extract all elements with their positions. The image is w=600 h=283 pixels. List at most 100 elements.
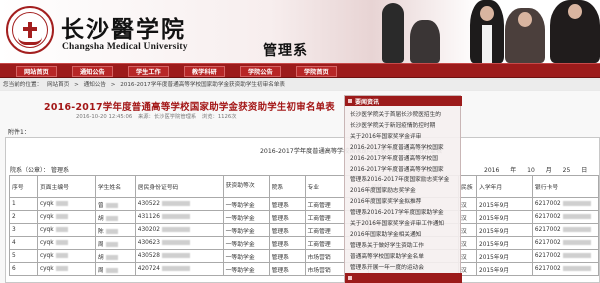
table-cell: 周 (94, 236, 136, 250)
table-cell: 6 (9, 262, 38, 276)
nav-teaching[interactable]: 教学科研 (184, 66, 225, 77)
news-item-link[interactable]: 管理系关于做好学生资助工作 (350, 240, 460, 249)
table-cell: 管理系 (268, 262, 306, 276)
article-date: 2016-10-20 12:45:06 (76, 114, 133, 120)
table-cell: 430528 (134, 249, 224, 263)
table-cell: 一等助学金 (222, 223, 270, 237)
logo-arc-icon (18, 37, 42, 45)
table-row: 1 cyqk 曾 430522 一等助学金 管理系 工商管理汉 2015年9月 6217002 (9, 197, 600, 211)
table-cell: 6217002 (531, 249, 600, 263)
attachment-label: 附件1： (8, 129, 30, 136)
nav-home[interactable]: 网站首页 (16, 66, 57, 77)
document-date: 2016 年 10 月 25 日 (484, 167, 588, 174)
table-cell: 管理系 (268, 197, 306, 211)
column-header: 银行卡号 (531, 175, 600, 198)
table-cell: 1 (9, 197, 38, 211)
breadcrumb: 您当前的位置： 网站首页 > 通知公告 > 2016-2017学年度普通高等学校… (0, 80, 600, 90)
section-name: 管理系 (263, 43, 308, 59)
news-item-link[interactable]: 2016-2017学年度普通高等学校国家 (350, 164, 460, 173)
redacted-block (55, 253, 68, 258)
table-row: 6 cyqk 周 420724 一等助学金 管理系 市场营销汉 2015年9月 6217002 (9, 262, 600, 276)
news-item-link[interactable]: 普通高等学校国家助学金名单 (350, 251, 460, 260)
college-logo[interactable] (6, 6, 54, 54)
table-cell: 汉 (458, 210, 478, 224)
table-cell: 一等助学金 (222, 210, 270, 224)
news-item-link[interactable]: 2016年度国家励志奖学金 (350, 185, 460, 194)
redacted-block (105, 267, 118, 273)
redacted-block (562, 266, 591, 271)
redacted-block (562, 227, 591, 232)
table-cell: 431126 (134, 210, 224, 224)
table-cell: 3 (9, 223, 38, 237)
table-row: 3 cyqk 陈 430202 一等助学金 管理系 工商管理汉 2015年9月 6217002 (9, 223, 600, 237)
table-cell: 5 (9, 249, 38, 263)
nav-student-work[interactable]: 学生工作 (128, 66, 169, 77)
news-item-link[interactable]: 管理系开展一年一度的运动会 (350, 262, 460, 271)
news-panel: 要闻资讯 长沙医学院关于首届长沙院医招生的 长沙医学院关于新冠疫情防控时期 关于20… (344, 95, 462, 283)
redacted-block (562, 201, 591, 206)
article-views: 浏览：1126次 (201, 114, 237, 120)
table-cell: 2015年9月 (476, 249, 533, 263)
table-cell: 6217002 (531, 236, 600, 250)
table-cell: 胡 (94, 210, 136, 224)
table-cell: 一等助学金 (222, 262, 270, 276)
table-cell: cyqk (36, 262, 96, 276)
table-cell: cyqk (36, 210, 96, 224)
news-item-link[interactable]: 2016-2017学年度普通高等学校国家 (350, 142, 460, 151)
news-item-link[interactable]: 关于2016年国家奖学金评审工作通知 (350, 218, 460, 227)
news-item-link[interactable]: 长沙医学院关于首届长沙院医招生的 (350, 109, 460, 118)
news-item-link[interactable]: 长沙医学院关于新冠疫情防控时期 (350, 120, 460, 129)
breadcrumb-notices[interactable]: 通知公告 (84, 82, 106, 88)
column-header: 学生姓名 (94, 175, 136, 198)
column-header: 页面主编号 (36, 175, 96, 198)
table-cell: 6217002 (531, 262, 600, 276)
table-cell: cyqk (36, 197, 96, 211)
redacted-block (55, 266, 68, 271)
table-cell: 2 (9, 210, 38, 224)
news-item-link[interactable]: 2016-2017学年度普通高等学校国 (350, 153, 460, 162)
news-panel-footer (345, 273, 462, 283)
redacted-block (55, 214, 68, 219)
news-item-link[interactable]: 2016年国家助学金相关通知 (350, 229, 460, 238)
redacted-block (562, 240, 591, 245)
table-cell: 胡 (94, 249, 136, 263)
nav-notices[interactable]: 通知公告 (72, 66, 113, 77)
article-meta: 2016-10-20 12:45:06 来源：长沙医学院管理系 浏览：1126次 (76, 112, 241, 120)
news-item-link[interactable]: 管理系2016-2017学年度国家助学金 (350, 207, 460, 216)
column-header: 序号 (9, 175, 38, 198)
table-cell: 430202 (134, 223, 224, 237)
table-cell: 430522 (134, 197, 224, 211)
news-panel-header: 要闻资讯 (345, 96, 462, 106)
table-cell: 一等助学金 (222, 197, 270, 211)
breadcrumb-home[interactable]: 网站首页 (47, 82, 69, 88)
table-row: 4 cyqk 周 430623 一等助学金 管理系 工商管理汉 2015年9月 6217002 (9, 236, 600, 250)
redacted-block (55, 201, 68, 206)
table-cell: 汉 (458, 249, 478, 263)
redacted-block (105, 254, 118, 260)
news-item-link[interactable]: 关于2016年国家奖学金评审 (350, 131, 460, 140)
table-cell: 2015年9月 (476, 197, 533, 211)
redacted-block (562, 253, 591, 258)
news-item-link[interactable]: 管理系2016-2017年度国家励志奖学金 (350, 174, 460, 183)
redacted-block (105, 228, 118, 234)
table-cell: 汉 (458, 223, 478, 237)
news-item-link[interactable]: 2016年度国家奖学金拟推荐 (350, 196, 460, 205)
nav-college-home[interactable]: 学院首页 (296, 66, 337, 77)
recipients-table: 序号 页面主编号 学生姓名 居民身份证号码 获资助等次 院系 专业 班级 民族 … (9, 175, 600, 276)
college-name-en: Changsha Medical University (62, 42, 188, 52)
redacted-block (105, 202, 118, 208)
table-header-row: 序号 页面主编号 学生姓名 居民身份证号码 获资助等次 院系 专业 班级 民族 … (9, 175, 600, 198)
table-cell: 4 (9, 236, 38, 250)
column-header: 居民身份证号码 (134, 175, 224, 198)
article: 2016-2017学年度普通高等学校国家助学金获资助学生初审名单表 2016-1… (0, 91, 600, 283)
redacted-block (161, 240, 190, 245)
column-header: 院系 (268, 175, 306, 198)
table-row: 2 cyqk 胡 431126 一等助学金 管理系 工商管理汉 2015年9月 6217002 (9, 210, 600, 224)
table-cell: 汉 (458, 236, 478, 250)
square-bullet-icon (348, 276, 352, 280)
nav-college-notices[interactable]: 学院公告 (240, 66, 281, 77)
table-cell: cyqk (36, 223, 96, 237)
column-header: 民族 (458, 175, 478, 198)
table-cell: 420724 (134, 262, 224, 276)
table-cell: 2015年9月 (476, 223, 533, 237)
